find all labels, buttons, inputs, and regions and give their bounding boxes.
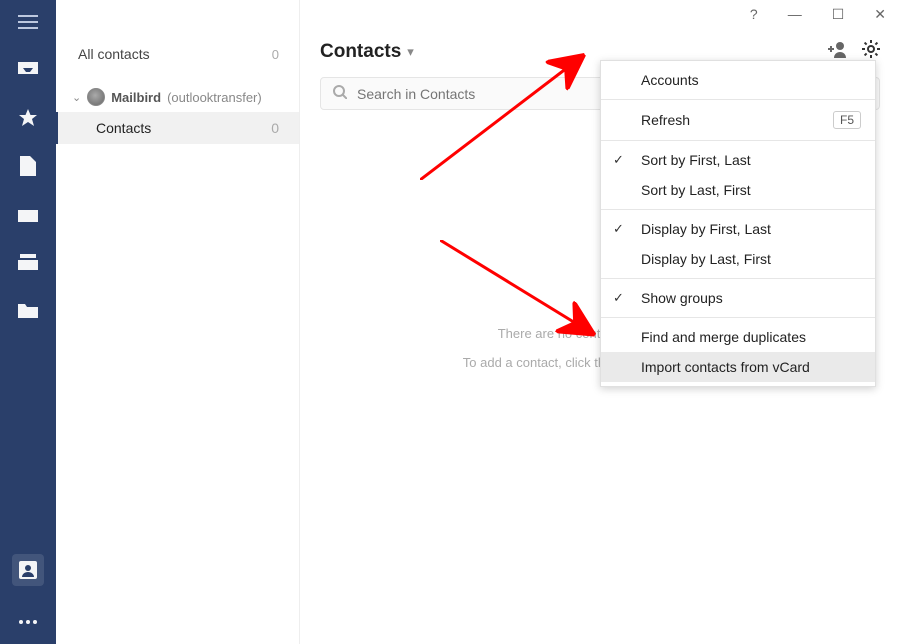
nav-rail — [0, 0, 56, 644]
check-icon: ✓ — [613, 221, 624, 237]
file-icon[interactable] — [16, 154, 40, 178]
chevron-down-icon: ⌄ — [72, 91, 81, 104]
menu-display-first-last[interactable]: ✓ Display by First, Last — [601, 214, 875, 244]
menu-accounts[interactable]: Accounts — [601, 65, 875, 95]
hamburger-icon[interactable] — [16, 10, 40, 34]
page-title: Contacts — [320, 41, 401, 63]
search-icon — [333, 85, 347, 102]
menu-import-vcard[interactable]: Import contacts from vCard — [601, 352, 875, 382]
star-icon[interactable] — [16, 106, 40, 130]
menu-separator — [601, 140, 875, 141]
account-row[interactable]: ⌄ Mailbird (outlooktransfer) — [56, 82, 299, 112]
menu-separator — [601, 209, 875, 210]
annotation-arrow-top — [420, 50, 600, 180]
all-contacts-label: All contacts — [78, 46, 150, 62]
menu-sort-first-last[interactable]: ✓ Sort by First, Last — [601, 145, 875, 175]
sidebar-item-label: Contacts — [96, 120, 151, 136]
contacts-sidebar: All contacts 0 ⌄ Mailbird (outlooktransf… — [56, 0, 300, 644]
account-name: Mailbird — [111, 90, 161, 105]
menu-separator — [601, 317, 875, 318]
account-annotation: (outlooktransfer) — [167, 90, 262, 105]
folder-icon[interactable] — [16, 298, 40, 322]
title-dropdown-icon[interactable]: ▾ — [407, 44, 414, 60]
sidebar-item-count: 0 — [271, 120, 279, 136]
sidebar-item-contacts[interactable]: Contacts 0 — [56, 112, 299, 144]
shortcut-badge: F5 — [833, 111, 861, 129]
all-contacts-count: 0 — [272, 47, 279, 62]
menu-find-merge[interactable]: Find and merge duplicates — [601, 322, 875, 352]
menu-separator — [601, 99, 875, 100]
menu-refresh[interactable]: Refresh F5 — [601, 104, 875, 136]
main-panel: Contacts ▾ There are no contacts in this… — [300, 0, 900, 644]
menu-display-last-first[interactable]: Display by Last, First — [601, 244, 875, 274]
inbox-icon[interactable] — [16, 58, 40, 82]
check-icon: ✓ — [613, 290, 624, 306]
settings-menu: Accounts Refresh F5 ✓ Sort by First, Las… — [600, 60, 876, 387]
contacts-icon[interactable] — [12, 554, 44, 586]
all-contacts-row[interactable]: All contacts 0 — [56, 38, 299, 70]
more-icon[interactable] — [16, 610, 40, 634]
menu-sort-last-first[interactable]: Sort by Last, First — [601, 175, 875, 205]
menu-separator — [601, 278, 875, 279]
menu-show-groups[interactable]: ✓ Show groups — [601, 283, 875, 313]
account-avatar-icon — [87, 88, 105, 106]
archive-icon[interactable] — [16, 250, 40, 274]
annotation-arrow-bottom — [440, 240, 600, 340]
outbox-icon[interactable] — [16, 202, 40, 226]
check-icon: ✓ — [613, 152, 624, 168]
